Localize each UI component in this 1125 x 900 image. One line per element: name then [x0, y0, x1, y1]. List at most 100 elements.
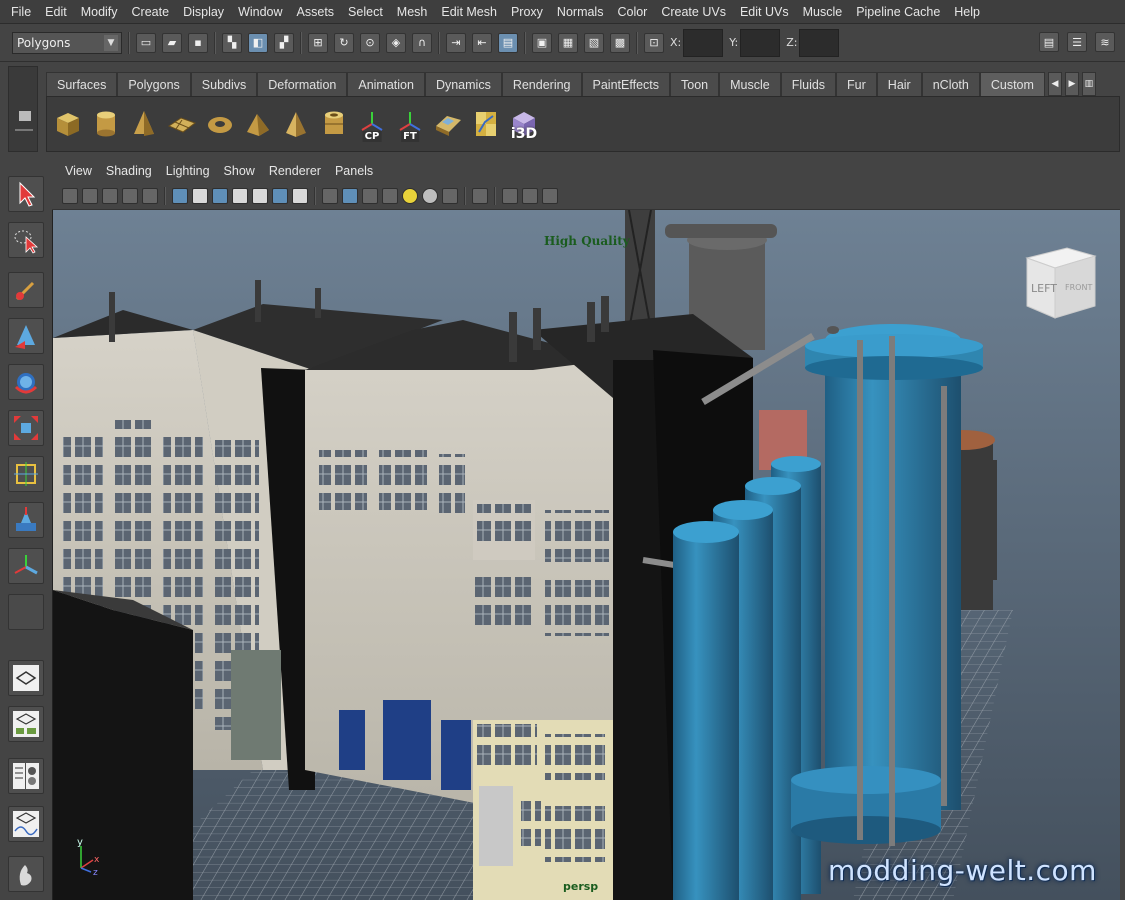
- menu-mesh[interactable]: Mesh: [390, 5, 435, 19]
- menu-create-uvs[interactable]: Create UVs: [654, 5, 733, 19]
- shelf-scroll-left-icon[interactable]: ◀: [1047, 72, 1062, 96]
- input-field-mode-icon[interactable]: ⊡: [644, 32, 664, 53]
- shelf-tab-animation[interactable]: Animation: [347, 72, 425, 96]
- smooth-shade-icon[interactable]: [342, 187, 358, 204]
- shelf-tab-muscle[interactable]: Muscle: [719, 72, 781, 96]
- menu-pipeline-cache[interactable]: Pipeline Cache: [849, 5, 947, 19]
- menu-select[interactable]: Select: [341, 5, 390, 19]
- render-view-icon[interactable]: ▣: [532, 32, 552, 53]
- scale-tool-icon[interactable]: [8, 410, 44, 446]
- poly-plane-icon[interactable]: [165, 104, 199, 144]
- menu-help[interactable]: Help: [947, 5, 987, 19]
- bookmarks-icon[interactable]: [102, 187, 118, 204]
- render-settings-icon[interactable]: ▩: [610, 32, 630, 53]
- shelf-tab-surfaces[interactable]: Surfaces: [46, 72, 118, 96]
- poly-cylinder-icon[interactable]: [89, 104, 123, 144]
- center-pivot-icon[interactable]: CP: [355, 104, 389, 144]
- xray-joints-icon[interactable]: [522, 187, 538, 204]
- safe-action-icon[interactable]: [272, 187, 288, 204]
- shelf-tab-hair[interactable]: Hair: [876, 72, 922, 96]
- safe-title-icon[interactable]: [292, 187, 308, 204]
- shelf-scroll-right-icon[interactable]: ▶: [1064, 72, 1079, 96]
- outliner-layout-icon[interactable]: [8, 758, 44, 794]
- tool-settings-icon[interactable]: ☰: [1067, 32, 1087, 52]
- panel-menu-show[interactable]: Show: [217, 164, 262, 178]
- z-input[interactable]: [799, 28, 840, 57]
- shelf-tab-dynamics[interactable]: Dynamics: [424, 72, 502, 96]
- shelf-tab-fur[interactable]: Fur: [836, 72, 877, 96]
- rotate-tool-icon[interactable]: [8, 364, 44, 400]
- select-camera-icon[interactable]: [62, 187, 78, 204]
- make-live-icon[interactable]: ∩: [412, 32, 432, 53]
- menu-edit-uvs[interactable]: Edit UVs: [733, 5, 796, 19]
- perspective-viewport[interactable]: High Quality LEFT FRONT y x z persp modd…: [52, 210, 1120, 900]
- menu-normals[interactable]: Normals: [550, 5, 611, 19]
- grid-toggle-icon[interactable]: [172, 187, 188, 204]
- shelf-trash-icon[interactable]: ▥: [1081, 72, 1096, 96]
- use-all-lights-icon[interactable]: [402, 187, 418, 204]
- menu-assets[interactable]: Assets: [290, 5, 342, 19]
- isolate-select-icon[interactable]: [472, 187, 488, 204]
- snap-to-grid-icon[interactable]: ⊞: [308, 32, 328, 53]
- poly-pipe-icon[interactable]: [317, 104, 351, 144]
- two-d-pan-zoom-icon[interactable]: [142, 187, 158, 204]
- snap-to-curve-icon[interactable]: ↻: [334, 32, 354, 53]
- shelf-tab-polygons[interactable]: Polygons: [117, 72, 191, 96]
- output-ops-icon[interactable]: ⇤: [472, 32, 492, 53]
- textured-icon[interactable]: [382, 187, 398, 204]
- menu-modify[interactable]: Modify: [74, 5, 125, 19]
- xray-components-icon[interactable]: [542, 187, 558, 204]
- gate-mask-icon[interactable]: [232, 187, 248, 204]
- shelf-tab-fluids[interactable]: Fluids: [780, 72, 837, 96]
- paint-select-tool-icon[interactable]: [8, 272, 44, 308]
- show-manipulator-tool-icon[interactable]: [8, 548, 44, 584]
- menu-create[interactable]: Create: [125, 5, 177, 19]
- move-tool-icon[interactable]: [8, 318, 44, 354]
- construction-history-icon[interactable]: ▤: [498, 32, 518, 53]
- graph-editor-layout-icon[interactable]: [8, 806, 44, 842]
- x-input[interactable]: [683, 28, 724, 57]
- single-perspective-layout-icon[interactable]: [8, 660, 44, 696]
- shelf-menu-handle[interactable]: [8, 66, 38, 152]
- lasso-tool-icon[interactable]: [8, 222, 44, 258]
- panel-menu-shading[interactable]: Shading: [99, 164, 159, 178]
- shelf-tab-subdivs[interactable]: Subdivs: [190, 72, 258, 96]
- save-scene-icon[interactable]: ▪: [188, 32, 208, 53]
- menu-window[interactable]: Window: [231, 5, 289, 19]
- poly-cone-icon[interactable]: [127, 104, 161, 144]
- menu-file[interactable]: File: [4, 5, 38, 19]
- select-by-component-icon[interactable]: ▞: [274, 32, 294, 53]
- shelf-tab-custom[interactable]: Custom: [979, 72, 1045, 96]
- high-quality-lighting-icon[interactable]: [442, 187, 458, 204]
- shelf-menu-icon[interactable]: [15, 129, 33, 141]
- attribute-editor-icon[interactable]: ▤: [1039, 32, 1059, 52]
- xray-icon[interactable]: [502, 187, 518, 204]
- poly-torus-icon[interactable]: [203, 104, 237, 144]
- field-chart-icon[interactable]: [252, 187, 268, 204]
- four-view-layout-icon[interactable]: [8, 706, 44, 742]
- snap-to-point-icon[interactable]: ⊙: [360, 32, 380, 53]
- soft-modification-tool-icon[interactable]: [8, 502, 44, 538]
- film-gate-icon[interactable]: [192, 187, 208, 204]
- shadows-icon[interactable]: [422, 187, 438, 204]
- last-used-tool-slot[interactable]: [8, 594, 44, 630]
- universal-manipulator-icon[interactable]: [8, 456, 44, 492]
- panel-menu-lighting[interactable]: Lighting: [159, 164, 217, 178]
- y-input[interactable]: [740, 28, 781, 57]
- panel-menu-panels[interactable]: Panels: [328, 164, 380, 178]
- i3d-export-icon[interactable]: i3D: [507, 104, 541, 144]
- shelf-tab-ncloth[interactable]: nCloth: [921, 72, 980, 96]
- channel-box-icon[interactable]: ≋: [1095, 32, 1115, 52]
- freeze-transforms-icon[interactable]: FT: [393, 104, 427, 144]
- open-scene-icon[interactable]: ▰: [162, 32, 182, 53]
- wireframe-on-shaded-icon[interactable]: [362, 187, 378, 204]
- poly-pyramid-icon[interactable]: [279, 104, 313, 144]
- menu-proxy[interactable]: Proxy: [504, 5, 550, 19]
- shelf-tab-toon[interactable]: Toon: [670, 72, 720, 96]
- panel-menu-renderer[interactable]: Renderer: [262, 164, 328, 178]
- menu-edit[interactable]: Edit: [38, 5, 74, 19]
- shelf-tab-deformation[interactable]: Deformation: [257, 72, 348, 96]
- input-ops-icon[interactable]: ⇥: [446, 32, 466, 53]
- uv-mapping-icon[interactable]: [431, 104, 465, 144]
- snap-to-view-plane-icon[interactable]: ◈: [386, 32, 406, 53]
